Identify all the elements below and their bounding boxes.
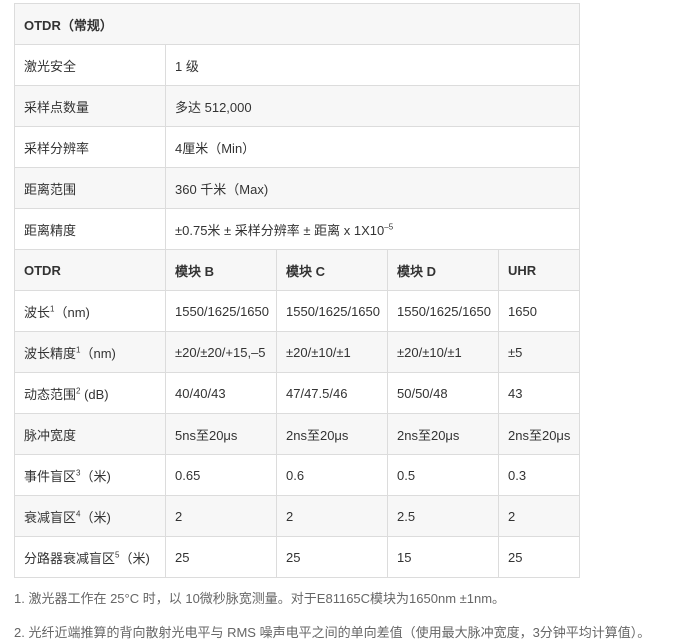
cell: 2 <box>165 495 277 537</box>
cell: 2 <box>497 495 581 537</box>
table-row: 衰减盲区4（米) 2 2 2.5 2 <box>14 495 581 537</box>
row-label-unit: (dB) <box>80 386 109 402</box>
cell: 1650 <box>497 290 581 332</box>
footnote-1: 1. 激光器工作在 25°C 时，以 10微秒脉宽测量。对于E81165C模块为… <box>14 591 506 606</box>
row-label: 波长精度1（nm) <box>14 331 166 373</box>
row-label-text: 波长 <box>24 304 51 320</box>
spec-table: OTDR（常规） 激光安全 1 级 采样点数量 多达 512,000 采样分辨率… <box>13 3 581 578</box>
cell: 1550/1625/1650 <box>387 290 499 332</box>
row-label-text: 衰减盲区 <box>24 509 77 525</box>
table-title: OTDR（常规） <box>13 3 581 45</box>
row-label: 距离精度 <box>14 208 166 250</box>
module-header-label: OTDR <box>14 249 166 291</box>
table-row: 激光安全 1 级 <box>14 44 581 86</box>
footnote-2: 2. 光纤近端推算的背向散射光电平与 RMS 噪声电平之间的单向差值（使用最大脉… <box>14 625 651 640</box>
cell: 0.5 <box>387 454 499 496</box>
cell: ±20/±10/±1 <box>276 331 388 373</box>
cell: 2ns至20μs <box>497 413 581 455</box>
table-row: 采样点数量 多达 512,000 <box>14 85 581 127</box>
row-label: 动态范围2 (dB) <box>14 372 166 414</box>
table-row: 波长1（nm) 1550/1625/1650 1550/1625/1650 15… <box>14 290 581 332</box>
row-label: 事件盲区3（米) <box>14 454 166 496</box>
row-label-text: 分路器衰减盲区 <box>24 550 116 566</box>
cell: 50/50/48 <box>387 372 499 414</box>
module-header-row: OTDR 模块 B 模块 C 模块 D UHR <box>14 249 581 291</box>
row-value: 4厘米（Min） <box>164 126 581 168</box>
table-row: 距离精度 ±0.75米 ± 采样分辨率 ± 距离 x 1X10–5 <box>14 208 581 250</box>
row-value-superscript: –5 <box>384 222 394 232</box>
cell: 47/47.5/46 <box>276 372 388 414</box>
row-value: 多达 512,000 <box>164 85 581 127</box>
cell: 25 <box>165 536 277 578</box>
cell: 2ns至20μs <box>387 413 499 455</box>
row-label-unit: （nm) <box>54 304 90 320</box>
table-row: 脉冲宽度 5ns至20μs 2ns至20μs 2ns至20μs 2ns至20μs <box>14 413 581 455</box>
table-row: 距离范围 360 千米（Max) <box>14 167 581 209</box>
row-label: 采样点数量 <box>14 85 166 127</box>
column-header: 模块 B <box>165 249 277 291</box>
cell: 2 <box>276 495 388 537</box>
table-row: 事件盲区3（米) 0.65 0.6 0.5 0.3 <box>14 454 581 496</box>
row-label: 采样分辨率 <box>14 126 166 168</box>
row-label-unit: （米) <box>119 550 150 566</box>
cell: 40/40/43 <box>165 372 277 414</box>
row-label: 脉冲宽度 <box>14 413 166 455</box>
cell: 1550/1625/1650 <box>165 290 277 332</box>
row-label-text: 动态范围 <box>24 386 77 402</box>
row-label-unit: （nm) <box>80 345 116 361</box>
cell: 25 <box>497 536 581 578</box>
cell: 15 <box>387 536 499 578</box>
cell: 2ns至20μs <box>276 413 388 455</box>
cell: 25 <box>276 536 388 578</box>
row-label: 波长1（nm) <box>14 290 166 332</box>
row-label-unit: （米) <box>80 509 111 525</box>
row-label-text: 波长精度 <box>24 345 77 361</box>
row-label: 距离范围 <box>14 167 166 209</box>
row-label-unit: （米) <box>80 468 111 484</box>
row-label: 分路器衰减盲区5（米) <box>14 536 166 578</box>
column-header: UHR <box>497 249 581 291</box>
cell: 43 <box>497 372 581 414</box>
table-row: 采样分辨率 4厘米（Min） <box>14 126 581 168</box>
row-label-text: 事件盲区 <box>24 468 77 484</box>
row-value: 1 级 <box>164 44 581 86</box>
row-value: 360 千米（Max) <box>164 167 581 209</box>
cell: 0.65 <box>165 454 277 496</box>
cell: 0.6 <box>276 454 388 496</box>
row-label: 衰减盲区4（米) <box>14 495 166 537</box>
row-value-text: ±0.75米 ± 采样分辨率 ± 距离 x 1X10 <box>175 222 385 238</box>
row-label: 激光安全 <box>14 44 166 86</box>
table-title-row: OTDR（常规） <box>13 3 581 45</box>
cell: ±20/±10/±1 <box>387 331 499 373</box>
table-row: 波长精度1（nm) ±20/±20/+15,–5 ±20/±10/±1 ±20/… <box>14 331 581 373</box>
cell: 0.3 <box>497 454 581 496</box>
row-label-text: 脉冲宽度 <box>24 427 77 443</box>
row-value: ±0.75米 ± 采样分辨率 ± 距离 x 1X10–5 <box>164 208 581 250</box>
cell: 5ns至20μs <box>165 413 277 455</box>
cell: 1550/1625/1650 <box>276 290 388 332</box>
table-row: 分路器衰减盲区5（米) 25 25 15 25 <box>14 536 581 578</box>
column-header: 模块 C <box>276 249 388 291</box>
cell: 2.5 <box>387 495 499 537</box>
cell: ±5 <box>497 331 581 373</box>
column-header: 模块 D <box>387 249 499 291</box>
cell: ±20/±20/+15,–5 <box>165 331 277 373</box>
table-row: 动态范围2 (dB) 40/40/43 47/47.5/46 50/50/48 … <box>14 372 581 414</box>
